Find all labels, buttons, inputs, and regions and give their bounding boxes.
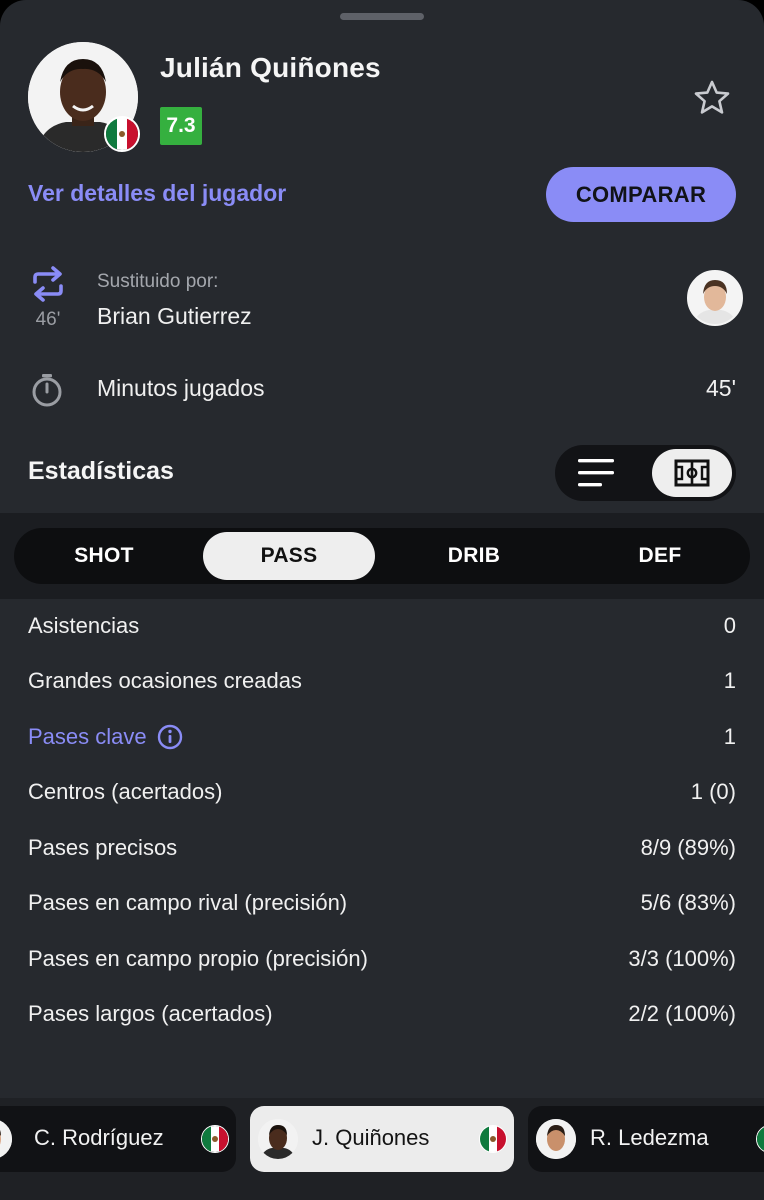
tab-def[interactable]: DEF bbox=[574, 532, 746, 580]
list-view-icon[interactable] bbox=[576, 455, 620, 491]
stat-row-grandes-ocasiones: Grandes ocasiones creadas 1 bbox=[28, 661, 736, 701]
player-card-name: R. Ledezma bbox=[590, 1125, 709, 1150]
stat-value: 8/9 (89%) bbox=[640, 835, 736, 860]
player-avatar-small bbox=[536, 1119, 576, 1159]
substitution-label: Sustituido por: bbox=[97, 271, 219, 292]
stat-label: Grandes ocasiones creadas bbox=[28, 668, 302, 693]
stat-value: 0 bbox=[723, 613, 736, 638]
stat-row-pases-clave[interactable]: Pases clave 1 bbox=[28, 717, 736, 757]
mexico-flag-icon bbox=[756, 1125, 764, 1153]
player-avatar-small bbox=[0, 1119, 12, 1159]
substitute-player-name[interactable]: Brian Gutierrez bbox=[97, 303, 252, 330]
player-card[interactable]: C. Rodríguez bbox=[0, 1106, 236, 1172]
stat-label: Pases en campo rival (precisión) bbox=[28, 890, 348, 915]
stat-row-centros: Centros (acertados) 1 (0) bbox=[28, 772, 736, 812]
compare-button[interactable]: COMPARAR bbox=[546, 167, 736, 222]
stat-label: Asistencias bbox=[28, 613, 140, 638]
stat-value: 1 (0) bbox=[690, 779, 736, 804]
player-card-name: J. Quiñones bbox=[312, 1125, 430, 1150]
stat-label: Centros (acertados) bbox=[28, 779, 223, 804]
stat-row-pases-campo-rival: Pases en campo rival (precisión) 5/6 (83… bbox=[28, 883, 736, 923]
stat-value: 3/3 (100%) bbox=[628, 946, 736, 971]
stat-label: Pases en campo propio (precisión) bbox=[28, 946, 368, 971]
stat-row-pases-precisos: Pases precisos 8/9 (89%) bbox=[28, 828, 736, 868]
mexico-flag-icon bbox=[201, 1125, 229, 1153]
stats-view-toggle bbox=[555, 445, 736, 501]
mexico-flag-icon bbox=[104, 116, 140, 152]
player-card-name: C. Rodríguez bbox=[34, 1125, 164, 1150]
player-carousel[interactable]: C. Rodríguez J. Quiñones R. Ledezma bbox=[0, 1098, 764, 1200]
tab-drib[interactable]: DRIB bbox=[388, 532, 560, 580]
stat-row-pases-campo-propio: Pases en campo propio (precisión) 3/3 (1… bbox=[28, 939, 736, 979]
stat-value: 2/2 (100%) bbox=[628, 1001, 736, 1026]
stats-tabs: SHOT PASS DRIB DEF bbox=[14, 528, 750, 584]
stat-row-pases-largos: Pases largos (acertados) 2/2 (100%) bbox=[28, 994, 736, 1034]
stat-value: 5/6 (83%) bbox=[640, 890, 736, 915]
minutes-played-value: 45' bbox=[706, 375, 736, 401]
player-card[interactable]: R. Ledezma bbox=[528, 1106, 764, 1172]
player-sheet: Julián Quiñones 7.3 Ver detalles del jug… bbox=[0, 0, 764, 1200]
drag-handle[interactable] bbox=[340, 13, 424, 20]
player-rating-badge: 7.3 bbox=[160, 107, 202, 145]
stat-row-asistencias: Asistencias 0 bbox=[28, 606, 736, 646]
player-details-link[interactable]: Ver detalles del jugador bbox=[28, 180, 286, 207]
pitch-view-button[interactable] bbox=[652, 449, 732, 497]
pitch-view-icon bbox=[674, 459, 710, 487]
mexico-flag-icon bbox=[479, 1125, 507, 1153]
substitution-icon bbox=[33, 266, 63, 302]
stat-label-link[interactable]: Pases clave bbox=[28, 724, 183, 750]
stat-value: 1 bbox=[723, 724, 736, 749]
stat-label-text[interactable]: Pases clave bbox=[28, 724, 147, 750]
stats-title: Estadísticas bbox=[28, 457, 174, 485]
player-avatar-small bbox=[258, 1119, 298, 1159]
tab-shot[interactable]: SHOT bbox=[18, 532, 190, 580]
stat-value: 1 bbox=[723, 668, 736, 693]
stat-label: Pases precisos bbox=[28, 835, 178, 860]
substitution-minute: 46' bbox=[35, 309, 61, 330]
info-icon[interactable] bbox=[157, 724, 183, 750]
stopwatch-icon bbox=[32, 374, 62, 407]
stat-label: Pases largos (acertados) bbox=[28, 1001, 273, 1026]
tab-pass[interactable]: PASS bbox=[203, 532, 375, 580]
minutes-played-label: Minutos jugados bbox=[97, 375, 265, 401]
star-favorite-icon[interactable] bbox=[692, 78, 732, 118]
substitute-avatar[interactable] bbox=[687, 270, 743, 326]
player-name: Julián Quiñones bbox=[160, 52, 381, 83]
player-card-active[interactable]: J. Quiñones bbox=[250, 1106, 514, 1172]
